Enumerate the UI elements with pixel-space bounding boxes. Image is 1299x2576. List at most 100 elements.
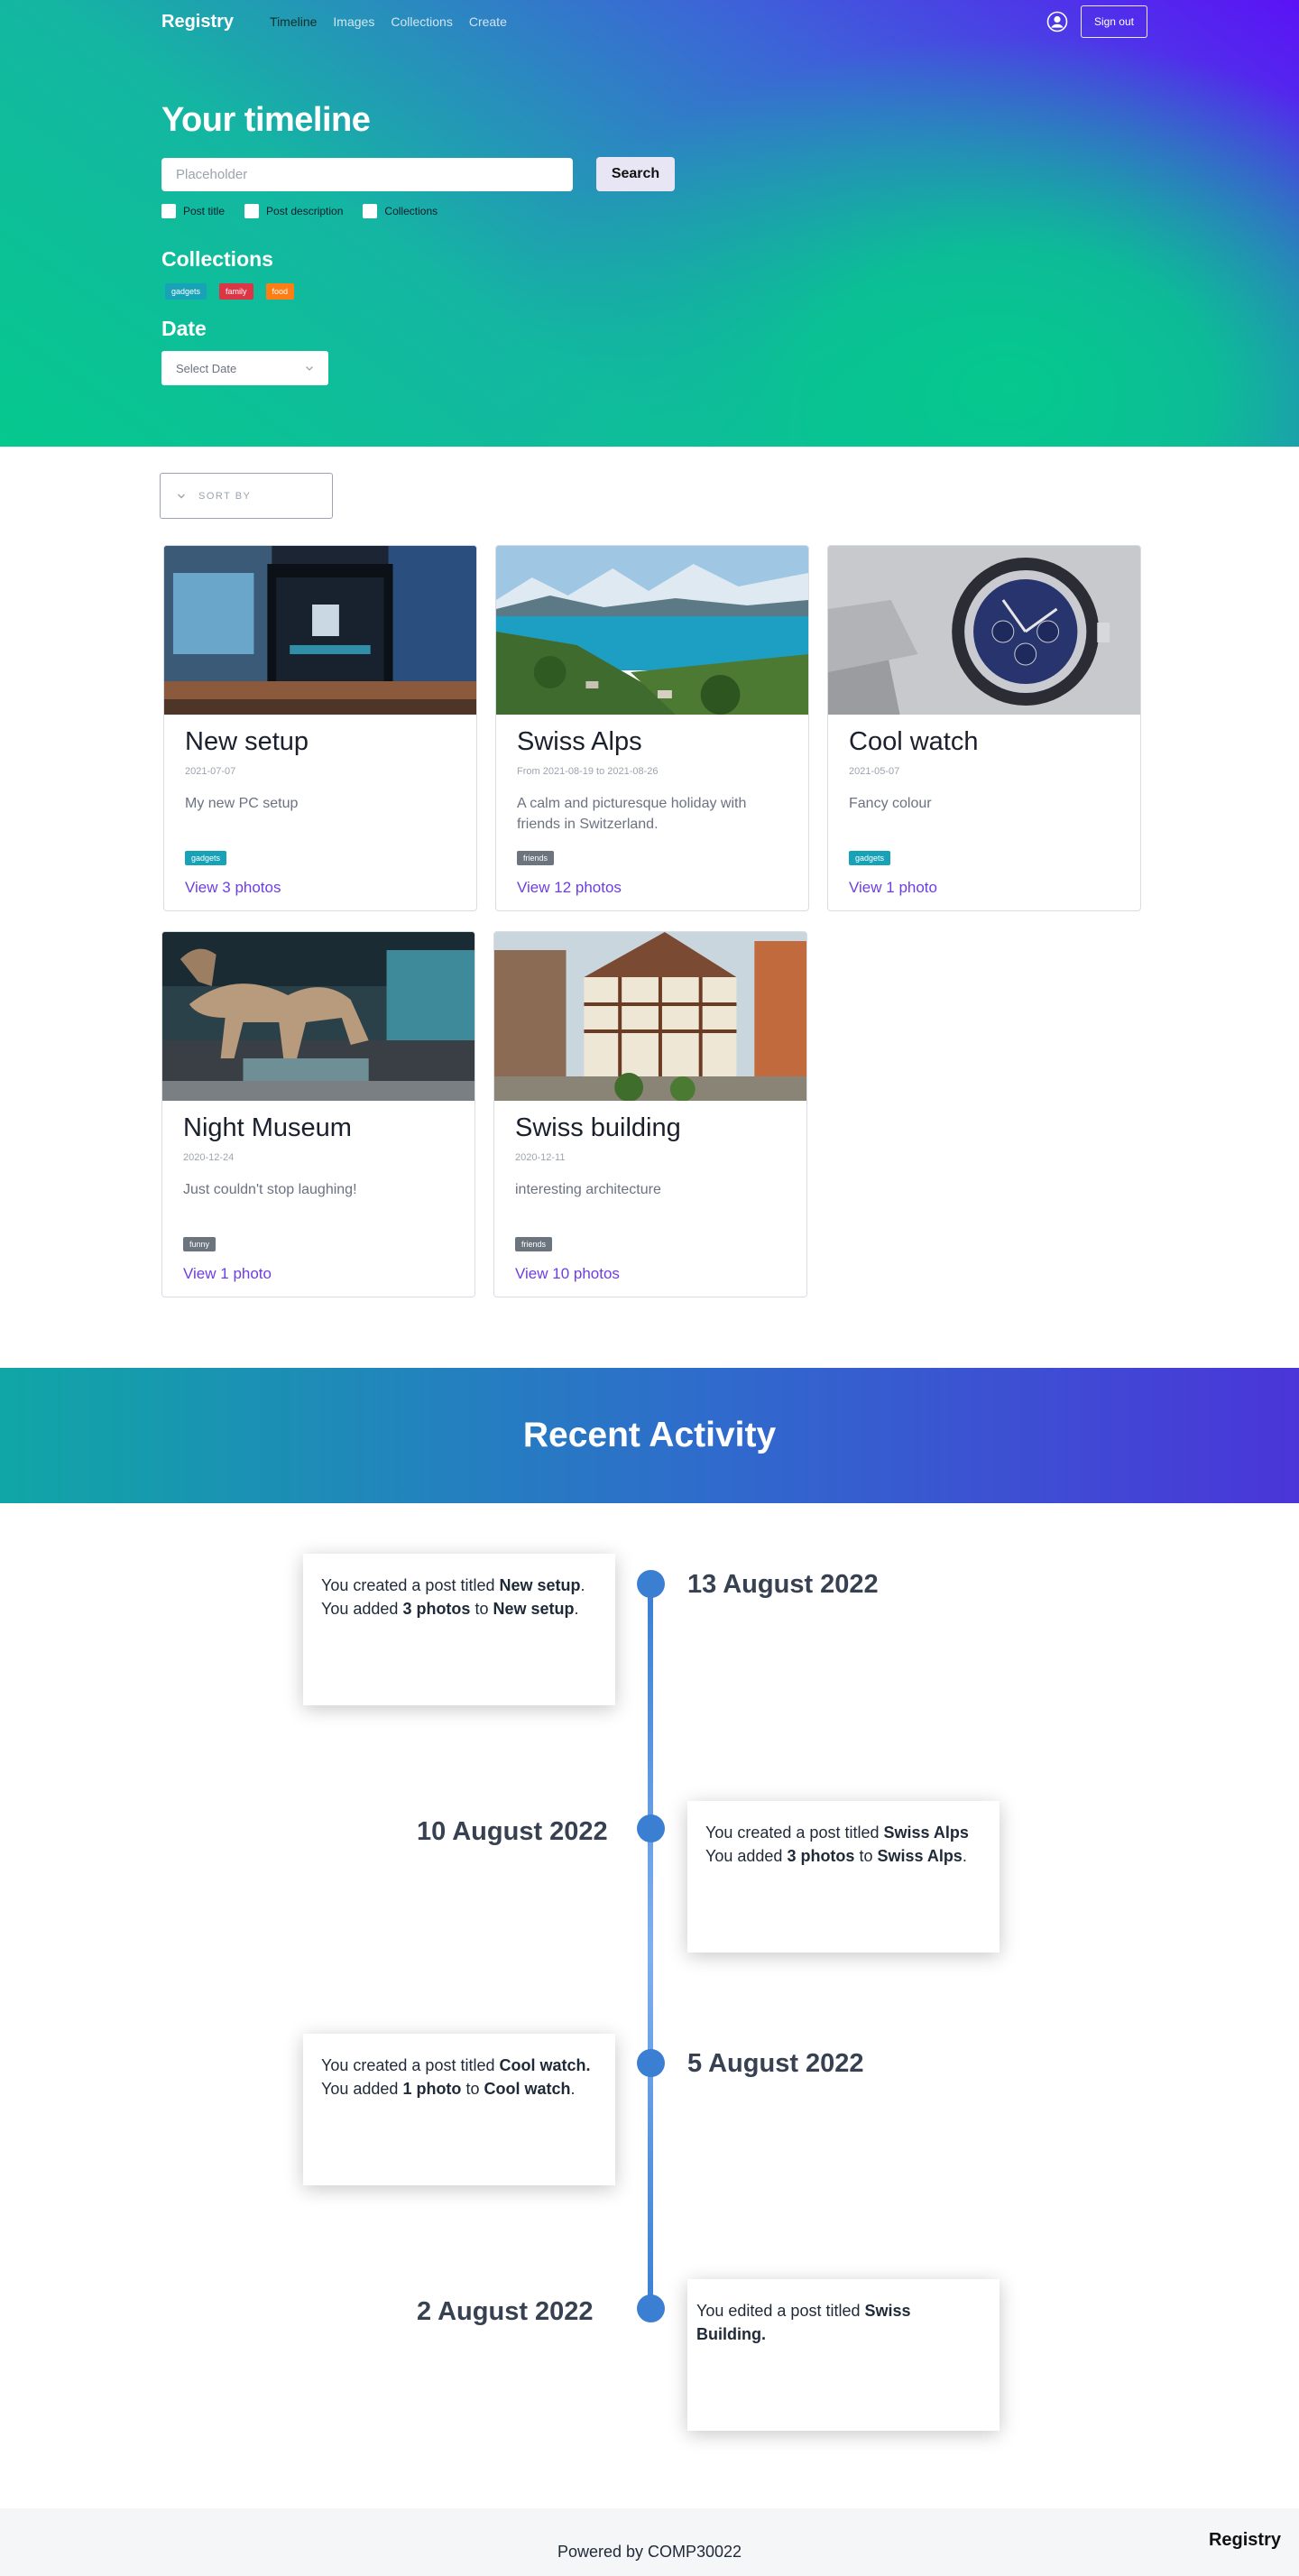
card-tag[interactable]: friends — [515, 1237, 553, 1251]
activity-line: You created a post titled Swiss Alps — [705, 1821, 981, 1844]
card-tag[interactable]: funny — [183, 1237, 216, 1251]
activity-text: You created a post titled — [321, 1576, 500, 1594]
activity-card: You created a post titled Swiss Alps You… — [687, 1801, 1000, 1953]
checkbox[interactable] — [161, 204, 176, 218]
activity-count: 3 photos — [787, 1847, 855, 1865]
pc-setup-image[interactable] — [164, 546, 476, 715]
activity-timeline: 13 August 2022 You created a post titled… — [0, 1503, 1299, 2508]
card-description: Fancy colour — [849, 796, 932, 811]
activity-post-name: Swiss Alps — [883, 1824, 969, 1842]
post-card[interactable]: Cool watch 2021-05-07 Fancy colour gadge… — [827, 545, 1141, 911]
card-date: 2021-05-07 — [849, 766, 900, 777]
filter-label: Post description — [266, 205, 344, 217]
search-button[interactable]: Search — [596, 157, 675, 191]
footer-brand[interactable]: Registry — [1209, 2530, 1281, 2551]
activity-card: You edited a post titled Swiss Building. — [687, 2279, 1000, 2431]
lake-mountains-image[interactable] — [496, 546, 808, 715]
card-title[interactable]: Night Museum — [183, 1113, 454, 1143]
view-photos-link[interactable]: View 1 photo — [849, 879, 1119, 897]
timeline-date: 5 August 2022 — [687, 2049, 864, 2078]
card-description: Just couldn't stop laughing! — [183, 1182, 357, 1197]
card-body: Cool watch 2021-05-07 Fancy colour gadge… — [828, 715, 1140, 909]
post-card[interactable]: Swiss Alps From 2021-08-19 to 2021-08-26… — [495, 545, 809, 911]
activity-card: You created a post titled Cool watch. Yo… — [303, 2034, 615, 2185]
collection-tag-gadgets[interactable]: gadgets — [165, 283, 207, 300]
card-date: 2020-12-11 — [515, 1152, 566, 1163]
post-card[interactable]: New setup 2021-07-07 My new PC setup gad… — [163, 545, 477, 911]
chevron-down-icon — [178, 494, 185, 498]
checkbox[interactable] — [363, 204, 378, 218]
date-select-label: Select Date — [176, 361, 237, 375]
top-nav: Registry Timeline Images Collections Cre… — [161, 0, 1147, 43]
activity-text: You created a post titled — [705, 1824, 884, 1842]
activity-line: You created a post titled Cool watch. — [321, 2054, 597, 2077]
date-select[interactable]: Select Date — [161, 351, 328, 385]
timeline-date: 13 August 2022 — [687, 1570, 879, 1599]
activity-count: 3 photos — [402, 1600, 471, 1618]
activity-text: . — [962, 1847, 967, 1865]
card-title[interactable]: New setup — [185, 727, 456, 757]
watch-image[interactable] — [828, 546, 1140, 715]
search-input[interactable]: Placeholder — [161, 158, 573, 191]
post-card[interactable]: Swiss building 2020-12-11 interesting ar… — [493, 931, 807, 1297]
activity-post-name: Cool watch — [484, 2080, 571, 2098]
view-photos-link[interactable]: View 1 photo — [183, 1265, 454, 1283]
timber-building-image[interactable] — [494, 932, 806, 1101]
collection-tag-food[interactable]: food — [265, 283, 295, 300]
nav-link-create[interactable]: Create — [469, 14, 507, 29]
card-body: Swiss building 2020-12-11 interesting ar… — [494, 1101, 806, 1296]
date-heading: Date — [161, 317, 207, 340]
sign-out-button[interactable]: Sign out — [1080, 5, 1147, 38]
activity-text: You created a post titled — [321, 2056, 500, 2074]
nav-link-collections[interactable]: Collections — [391, 14, 452, 29]
activity-post-name: Cool watch. — [499, 2056, 591, 2074]
nav-link-images[interactable]: Images — [333, 14, 374, 29]
timeline-dot — [637, 2294, 665, 2322]
timeline-date: 2 August 2022 — [417, 2297, 594, 2326]
card-date: From 2021-08-19 to 2021-08-26 — [517, 766, 659, 777]
activity-text: You added — [321, 1600, 403, 1618]
card-title[interactable]: Cool watch — [849, 727, 1119, 757]
view-photos-link[interactable]: View 10 photos — [515, 1265, 786, 1283]
activity-count: 1 photo — [402, 2080, 462, 2098]
brand-logo[interactable]: Registry — [161, 12, 234, 32]
card-title[interactable]: Swiss building — [515, 1113, 786, 1143]
card-body: Night Museum 2020-12-24 Just couldn't st… — [162, 1101, 474, 1296]
recent-activity-banner: Recent Activity — [0, 1368, 1299, 1503]
activity-text: You edited a post titled — [696, 2302, 865, 2320]
card-tag[interactable]: gadgets — [849, 851, 891, 865]
activity-post-name: New setup — [499, 1576, 581, 1594]
filter-collections[interactable]: Collections — [363, 204, 438, 218]
sort-by-button[interactable]: SORT BY — [160, 473, 333, 519]
checkbox[interactable] — [244, 204, 260, 218]
hero-banner: Registry Timeline Images Collections Cre… — [0, 0, 1299, 447]
activity-card: You created a post titled New setup. You… — [303, 1554, 615, 1705]
footer: Powered by COMP30022 Registry — [0, 2508, 1299, 2576]
page-title: Your timeline — [161, 101, 371, 139]
filter-label: Collections — [384, 205, 438, 217]
activity-line: You added 1 photo to Cool watch. — [321, 2077, 597, 2101]
activity-text: You added — [321, 2080, 403, 2098]
activity-line: You added 3 photos to New setup. — [321, 1597, 597, 1620]
activity-line: You added 3 photos to Swiss Alps. — [705, 1844, 981, 1868]
collection-tag-family[interactable]: family — [219, 283, 253, 300]
museum-dinosaur-image[interactable] — [162, 932, 474, 1101]
nav-link-timeline[interactable]: Timeline — [270, 14, 317, 29]
timeline-dot — [637, 1570, 665, 1598]
post-card[interactable]: Night Museum 2020-12-24 Just couldn't st… — [161, 931, 475, 1297]
card-title[interactable]: Swiss Alps — [517, 727, 788, 757]
activity-text: . — [570, 2080, 576, 2098]
filter-post-description[interactable]: Post description — [244, 204, 343, 218]
view-photos-link[interactable]: View 12 photos — [517, 879, 788, 897]
timeline-dot — [637, 1814, 665, 1842]
card-tag[interactable]: friends — [517, 851, 555, 865]
user-avatar-icon[interactable] — [1046, 11, 1068, 32]
filter-post-title[interactable]: Post title — [161, 204, 225, 218]
recent-activity-heading: Recent Activity — [522, 1416, 777, 1454]
timeline-dot — [637, 2049, 665, 2077]
collection-tags: gadgets family food — [165, 283, 295, 300]
footer-text: Powered by COMP30022 — [557, 2543, 742, 2561]
view-photos-link[interactable]: View 3 photos — [185, 879, 456, 897]
search-filters: Post title Post description Collections — [161, 204, 438, 218]
card-tag[interactable]: gadgets — [185, 851, 227, 865]
